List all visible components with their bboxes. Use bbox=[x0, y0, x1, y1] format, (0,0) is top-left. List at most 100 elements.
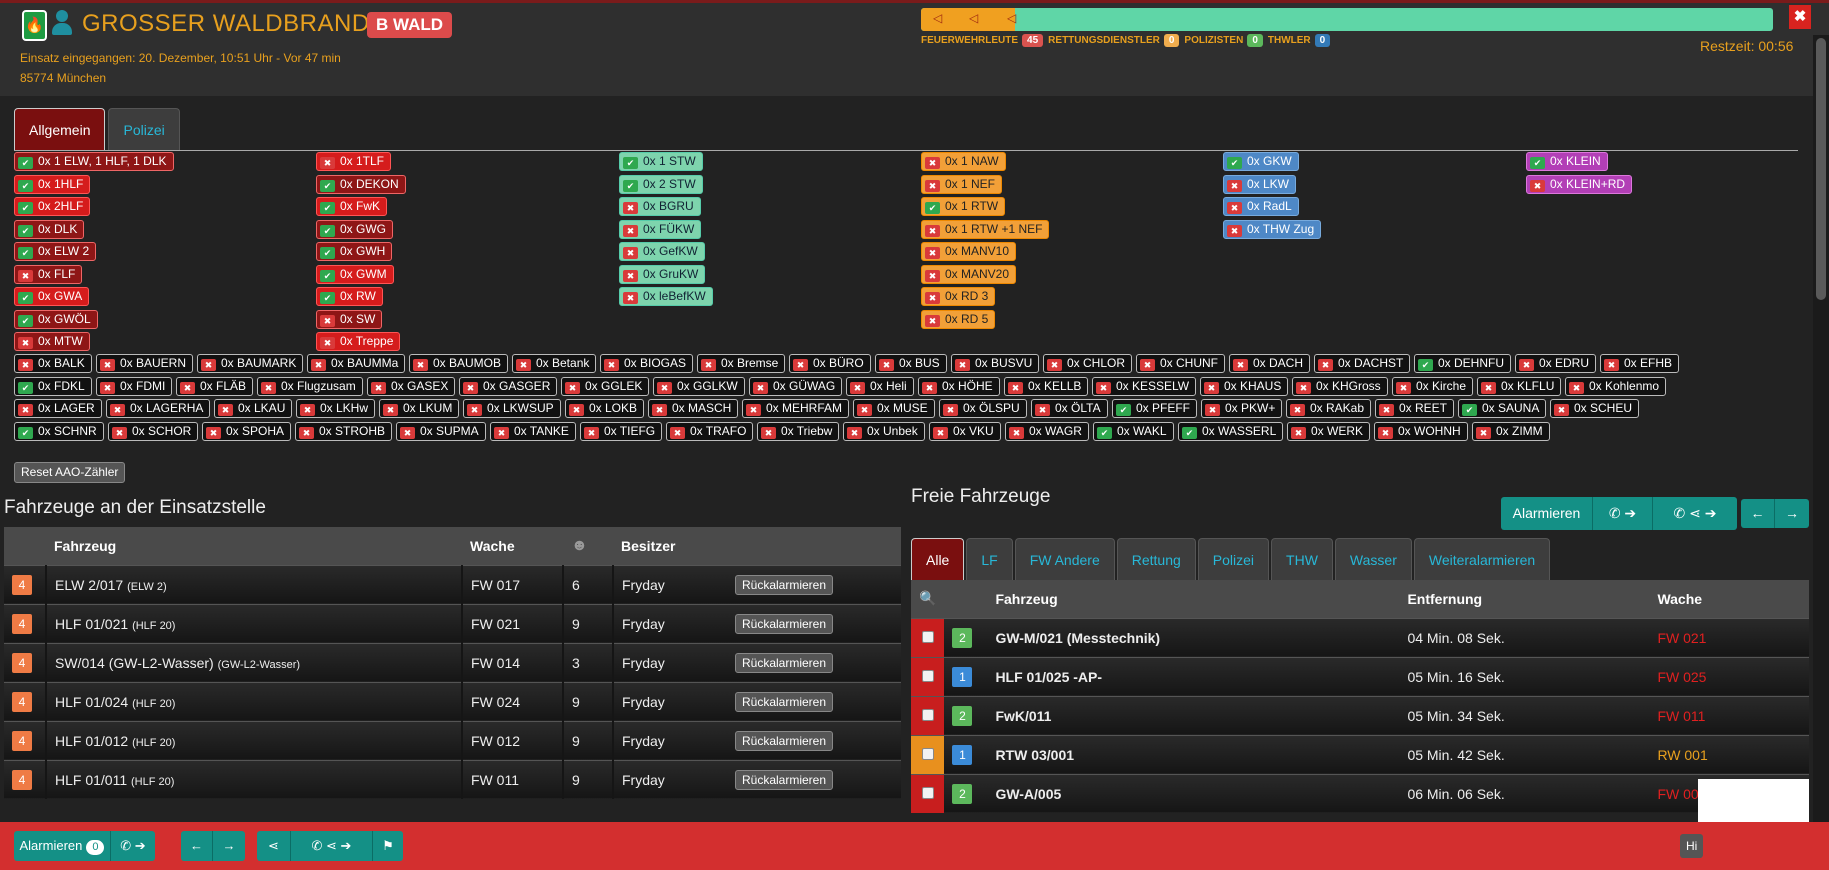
aao-button[interactable]: ✔ 0x FwK bbox=[316, 197, 388, 216]
station-cell[interactable]: FW 021 bbox=[1649, 617, 1809, 657]
vehicle-cell[interactable]: HLF 01/012 (HLF 20) bbox=[45, 720, 462, 760]
recall-button[interactable]: Rückalarmieren bbox=[735, 613, 834, 634]
aao-button[interactable]: ✖ 0x LKAU bbox=[214, 399, 293, 418]
vehicle-name[interactable]: HLF 01/011 bbox=[55, 772, 127, 788]
aao-button[interactable]: ✖ 0x LKWSUP bbox=[463, 399, 561, 418]
vehicle-name[interactable]: HLF 01/024 bbox=[55, 694, 128, 710]
aao-button[interactable]: ✖ 0x PKW+ bbox=[1201, 399, 1283, 418]
aao-button[interactable]: ✖ 0x BIOGAS bbox=[600, 354, 694, 373]
aao-button[interactable]: ✔ 0x 1 RTW bbox=[921, 197, 1006, 216]
aao-button[interactable]: ✔ 0x DLK bbox=[14, 219, 85, 239]
aao-button[interactable]: ✖ 0x LKUM bbox=[379, 399, 460, 418]
share-icon[interactable]: ✆ ⋖ ➔ bbox=[1653, 497, 1737, 530]
vehicle-name[interactable]: SW/014 (GW-L2-Wasser) bbox=[55, 655, 214, 671]
aao-button[interactable]: ✖ 0x BAUMOB bbox=[409, 354, 509, 373]
aao-button[interactable]: ✖ 0x WERK bbox=[1287, 421, 1371, 441]
select-checkbox[interactable] bbox=[921, 747, 934, 760]
aao-button[interactable]: ✖ 0x FLÄB bbox=[176, 376, 254, 396]
table-row[interactable]: 2 FwK/011 05 Min. 34 Sek. FW 011 bbox=[911, 695, 1809, 735]
aao-button[interactable]: ✖ 0x ÖLSPU bbox=[939, 399, 1027, 418]
aao-button[interactable]: ✔ 0x GWG bbox=[316, 219, 394, 239]
table-row[interactable]: 2 GW-A/005 06 Min. 06 Sek. FW 005 bbox=[911, 773, 1809, 813]
aao-button[interactable]: ✖ 0x DACHST bbox=[1314, 354, 1411, 373]
station-cell[interactable]: RW 001 bbox=[1649, 734, 1809, 774]
scrollbar-thumb[interactable] bbox=[1816, 38, 1826, 300]
aao-button[interactable]: ✖ 0x Unbek bbox=[843, 421, 925, 441]
tab-lf[interactable]: LF bbox=[966, 538, 1013, 580]
recall-button[interactable]: Rückalarmieren bbox=[735, 652, 834, 673]
aao-button[interactable]: ✖ 0x LKW bbox=[1223, 174, 1297, 194]
aao-button[interactable]: ✖ 0x BALK bbox=[14, 354, 92, 373]
aao-button[interactable]: ✖ 0x THW Zug bbox=[1223, 219, 1322, 239]
phone-share-arrow-icon[interactable]: ✆ ⋖ ➔ bbox=[291, 831, 373, 861]
aao-button[interactable]: ✖ 0x BAUERN bbox=[96, 354, 194, 373]
aao-button[interactable]: ✖ 0x Bremse bbox=[697, 354, 786, 373]
aao-button[interactable]: ✔ 0x PFEFF bbox=[1112, 399, 1198, 418]
select-cell[interactable] bbox=[911, 695, 945, 735]
aao-button[interactable]: ✖ 0x BAUMMa bbox=[307, 354, 406, 373]
aao-button[interactable]: ✔ 0x 1HLF bbox=[14, 174, 91, 194]
aao-button[interactable]: ✖ 0x VKU bbox=[929, 421, 1001, 441]
vehicle-cell[interactable]: HLF 01/024 (HLF 20) bbox=[45, 681, 462, 721]
alarm-button[interactable]: Alarmieren bbox=[1501, 497, 1593, 530]
aao-button[interactable]: ✖ 0x CHLOR bbox=[1043, 354, 1133, 373]
aao-button[interactable]: ✖ 0x WOHNH bbox=[1374, 421, 1468, 441]
aao-button[interactable]: ✔ 0x WASSERL bbox=[1178, 421, 1284, 441]
aao-button[interactable]: ✖ 0x LAGER bbox=[14, 399, 102, 418]
aao-button[interactable]: ✔ 0x DEKON bbox=[316, 174, 406, 194]
aao-button[interactable]: ✖ 0x GefKW bbox=[619, 242, 705, 261]
search-icon[interactable]: 🔍 bbox=[919, 590, 936, 606]
aao-button[interactable]: ✖ 0x BÜRO bbox=[789, 354, 871, 373]
select-cell[interactable] bbox=[911, 773, 945, 813]
aao-button[interactable]: ✖ 0x GGLKW bbox=[653, 376, 745, 396]
vehicle-cell[interactable]: HLF 01/021 (HLF 20) bbox=[45, 603, 462, 643]
aao-button[interactable]: ✔ 0x WAKL bbox=[1093, 421, 1174, 441]
table-row[interactable]: 4 ELW 2/017 (ELW 2) FW 017 6 Fryday Rückalarm… bbox=[4, 564, 901, 604]
aao-button[interactable]: ✖ 0x GASGER bbox=[459, 376, 558, 396]
aao-button[interactable]: ✖ 0x KHGross bbox=[1292, 376, 1388, 396]
table-row[interactable]: 4 HLF 01/012 (HLF 20) FW 012 9 Fryday Rückala… bbox=[4, 720, 901, 760]
vehicle-cell[interactable]: GW-A/005 bbox=[987, 773, 1400, 813]
aao-button[interactable]: ✖ 0x 1 NAW bbox=[921, 152, 1006, 171]
aao-button[interactable]: ✖ 0x CHUNF bbox=[1136, 354, 1226, 373]
aao-button[interactable]: ✖ 0x HÖHE bbox=[918, 376, 1000, 396]
recall-button[interactable]: Rückalarmieren bbox=[735, 730, 834, 751]
select-checkbox[interactable] bbox=[921, 786, 934, 799]
flag-icon[interactable]: ⚑ bbox=[373, 831, 403, 861]
aao-button[interactable]: ✔ 0x RW bbox=[316, 287, 383, 306]
aao-button[interactable]: ✖ 0x FLF bbox=[14, 264, 83, 284]
aao-button[interactable]: ✖ 0x SUPMA bbox=[396, 421, 486, 441]
table-row[interactable]: 1 HLF 01/025 -AP- 05 Min. 16 Sek. FW 025 bbox=[911, 656, 1809, 696]
aao-button[interactable]: ✖ 0x WAGR bbox=[1005, 421, 1089, 441]
select-cell[interactable] bbox=[911, 656, 945, 696]
aao-button[interactable]: ✔ 0x GWA bbox=[14, 287, 90, 306]
aao-button[interactable]: ✖ 0x Treppe bbox=[316, 332, 401, 351]
aao-button[interactable]: ✖ 0x MANV10 bbox=[921, 242, 1017, 261]
vehicle-cell[interactable]: ELW 2/017 (ELW 2) bbox=[45, 564, 462, 604]
aao-button[interactable]: ✖ 0x 1 RTW +1 NEF bbox=[921, 219, 1050, 239]
aao-button[interactable]: ✖ 0x STROHB bbox=[295, 421, 393, 441]
arrow-left-icon[interactable]: ← bbox=[181, 831, 213, 861]
select-cell[interactable] bbox=[911, 734, 945, 774]
select-checkbox[interactable] bbox=[921, 630, 934, 643]
aao-button[interactable]: ✖ 0x MTW bbox=[14, 332, 90, 351]
select-checkbox[interactable] bbox=[921, 708, 934, 721]
share-icon[interactable]: ⋖ bbox=[257, 831, 291, 861]
aao-button[interactable]: ✖ 0x LOKB bbox=[565, 399, 645, 418]
phone-arrow-icon[interactable]: ✆ ➔ bbox=[1593, 497, 1653, 530]
aao-button[interactable]: ✔ 0x SAUNA bbox=[1458, 399, 1547, 418]
aao-button[interactable]: ✖ 0x LKHw bbox=[296, 399, 376, 418]
aao-button[interactable]: ✖ 0x Betank bbox=[512, 354, 597, 373]
recall-button[interactable]: Rückalarmieren bbox=[735, 769, 834, 790]
vehicle-cell[interactable]: HLF 01/025 -AP- bbox=[987, 656, 1400, 696]
aao-button[interactable]: ✖ 0x TIEFG bbox=[580, 421, 663, 441]
recall-button[interactable]: Rückalarmieren bbox=[735, 574, 834, 595]
close-icon[interactable]: ✖ bbox=[1789, 5, 1811, 29]
recall-button[interactable]: Rückalarmieren bbox=[735, 691, 834, 712]
table-row[interactable]: 1 RTW 03/001 05 Min. 42 Sek. RW 001 bbox=[911, 734, 1809, 774]
vehicle-cell[interactable]: SW/014 (GW-L2-Wasser) (GW-L2-Wasser) bbox=[45, 642, 462, 682]
aao-button[interactable]: ✖ 0x GASEX bbox=[367, 376, 456, 396]
aao-button[interactable]: ✖ 0x MASCH bbox=[648, 399, 739, 418]
aao-button[interactable]: ✔ 0x DEHNFU bbox=[1414, 354, 1512, 373]
aao-button[interactable]: ✔ 0x 1 STW bbox=[619, 152, 703, 171]
